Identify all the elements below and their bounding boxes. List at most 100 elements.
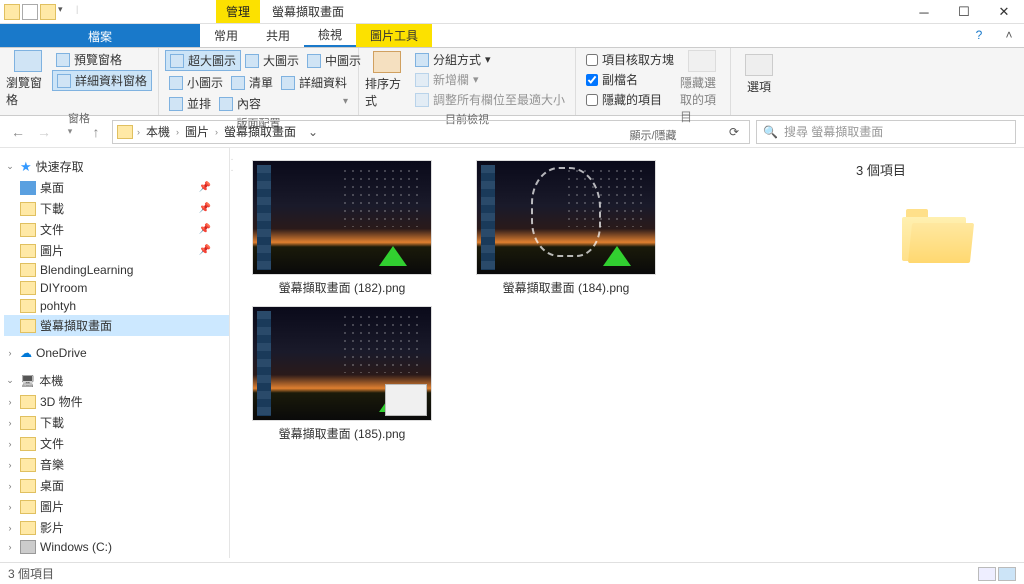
tree-item[interactable]: 桌面📌 <box>4 177 229 198</box>
breadcrumb-seg[interactable]: 本機 <box>144 123 172 140</box>
status-bar: 3 個項目 <box>0 562 1024 584</box>
file-item[interactable]: 螢幕擷取畫面 (184).png <box>466 160 666 296</box>
tree-item[interactable]: ›音樂 <box>4 454 229 475</box>
ribbon-tabs: 檔案 常用 共用 檢視 圖片工具 ? ˄ <box>0 24 1024 48</box>
back-button[interactable]: ← <box>8 122 28 142</box>
tree-item[interactable]: ›SegaExDr (E:) <box>4 556 229 558</box>
window-title: 螢幕擷取畫面 <box>272 3 344 20</box>
breadcrumb-seg[interactable]: 螢幕擷取畫面 <box>222 123 298 140</box>
tree-item[interactable]: ›文件 <box>4 433 229 454</box>
tree-item[interactable]: ›3D 物件 <box>4 391 229 412</box>
details-count: 3 個項目 <box>856 160 1012 179</box>
file-item[interactable]: 螢幕擷取畫面 (182).png <box>242 160 442 296</box>
tree-item[interactable]: 螢幕擷取畫面 <box>4 315 229 336</box>
group-show-hide: 項目核取方塊 副檔名 隱藏的項目 隱藏選取的項目 顯示/隱藏 <box>576 48 731 115</box>
address-row: ← → ▾ ↑ › 本機 › 圖片 › 螢幕擷取畫面 ⌄ ⟳ 🔍 搜尋 螢幕擷取… <box>0 116 1024 148</box>
file-list[interactable]: 螢幕擷取畫面 (182).png 螢幕擷取畫面 (184).png 螢幕擷取畫面 (… <box>234 148 844 558</box>
checkbox-icon[interactable] <box>22 4 38 20</box>
details-pane: 3 個項目 <box>844 148 1024 558</box>
tree-item[interactable]: 下載📌 <box>4 198 229 219</box>
options-button[interactable]: 選項 <box>737 50 781 99</box>
tree-item[interactable]: pohtyh <box>4 297 229 315</box>
chk-item-checkboxes[interactable]: 項目核取方塊 <box>582 50 678 69</box>
tree-item[interactable]: ›圖片 <box>4 496 229 517</box>
details-pane-button[interactable]: 詳細資料窗格 <box>52 70 152 91</box>
search-box[interactable]: 🔍 搜尋 螢幕擷取畫面 <box>756 120 1016 144</box>
layout-tiles[interactable]: 並排 <box>165 94 215 113</box>
maximize-button[interactable]: ☐ <box>944 0 984 24</box>
file-thumbnail <box>476 160 656 275</box>
search-icon: 🔍 <box>763 125 778 139</box>
add-columns-button[interactable]: 新增欄 ▾ <box>411 70 569 89</box>
folder-icon <box>4 4 20 20</box>
layout-medium[interactable]: 中圖示 <box>303 50 365 71</box>
sort-by-button[interactable]: 排序方式 <box>365 50 409 109</box>
recent-locations[interactable]: ▾ <box>60 122 80 142</box>
view-details-icon[interactable] <box>978 567 996 581</box>
hide-selected-button[interactable]: 隱藏選取的項目 <box>680 50 724 125</box>
up-button[interactable]: ↑ <box>86 122 106 142</box>
close-button[interactable]: ✕ <box>984 0 1024 24</box>
breadcrumb-seg[interactable]: 圖片 <box>183 123 211 140</box>
breadcrumb-chevron[interactable]: › <box>215 127 218 137</box>
layout-list[interactable]: 清單 <box>227 73 277 92</box>
tree-item[interactable]: 文件📌 <box>4 219 229 240</box>
quick-access-toolbar: ▾ | <box>0 4 96 20</box>
address-dropdown[interactable]: ⌄ <box>302 125 324 139</box>
status-text: 3 個項目 <box>8 565 54 582</box>
tab-picture-tools[interactable]: 圖片工具 <box>356 24 432 47</box>
group-layout: 超大圖示 大圖示 中圖示 小圖示 清單 詳細資料 並排 內容 ▾ 版面配置 <box>159 48 359 115</box>
group-current-view: 排序方式 分組方式 ▾ 新增欄 ▾ 調整所有欄位至最適大小 目前檢視 <box>359 48 576 115</box>
breadcrumb-chevron[interactable]: › <box>176 127 179 137</box>
file-name: 螢幕擷取畫面 (185).png <box>279 425 406 442</box>
qat-dropdown[interactable]: ▾ <box>58 4 74 20</box>
breadcrumb-chevron[interactable]: › <box>137 127 140 137</box>
view-thumbnails-icon[interactable] <box>998 567 1016 581</box>
file-thumbnail <box>252 160 432 275</box>
tree-onedrive[interactable]: ›☁OneDrive <box>4 344 229 362</box>
help-button[interactable]: ? <box>964 24 994 47</box>
file-name: 螢幕擷取畫面 (184).png <box>503 279 630 296</box>
file-thumbnail <box>252 306 432 421</box>
tree-item[interactable]: 圖片📌 <box>4 240 229 261</box>
tree-item[interactable]: ›影片 <box>4 517 229 538</box>
group-by-button[interactable]: 分組方式 ▾ <box>411 50 569 69</box>
forward-button[interactable]: → <box>34 122 54 142</box>
navigation-pane-button[interactable]: 瀏覽窗格 <box>6 50 50 108</box>
group-options: 選項 <box>731 48 787 115</box>
titlebar: ▾ | 管理 螢幕擷取畫面 ─ ☐ ✕ <box>0 0 1024 24</box>
chk-hidden-items[interactable]: 隱藏的項目 <box>582 90 678 109</box>
refresh-button[interactable]: ⟳ <box>723 125 745 139</box>
qat-item[interactable] <box>40 4 56 20</box>
layout-large[interactable]: 大圖示 <box>241 50 303 71</box>
tree-item[interactable]: ›下載 <box>4 412 229 433</box>
ribbon: 瀏覽窗格 預覽窗格 詳細資料窗格 窗格 超大圖示 大圖示 中圖示 小圖示 清單 … <box>0 48 1024 116</box>
file-name: 螢幕擷取畫面 (182).png <box>279 279 406 296</box>
tab-home[interactable]: 常用 <box>200 24 252 47</box>
layout-details[interactable]: 詳細資料 <box>277 73 351 92</box>
layout-small[interactable]: 小圖示 <box>165 73 227 92</box>
chk-extensions[interactable]: 副檔名 <box>582 70 678 89</box>
file-item[interactable]: 螢幕擷取畫面 (185).png <box>242 306 442 442</box>
tab-file[interactable]: 檔案 <box>0 24 200 47</box>
minimize-button[interactable]: ─ <box>904 0 944 24</box>
tree-item[interactable]: ›Windows (C:) <box>4 538 229 556</box>
collapse-ribbon-button[interactable]: ˄ <box>994 24 1024 47</box>
tree-item[interactable]: DIYroom <box>4 279 229 297</box>
contextual-tab-header: 管理 <box>216 0 260 23</box>
group-panes: 瀏覽窗格 預覽窗格 詳細資料窗格 窗格 <box>0 48 159 115</box>
tree-quick-access[interactable]: ⌄★快速存取 <box>4 156 229 177</box>
size-columns-button[interactable]: 調整所有欄位至最適大小 <box>411 90 569 109</box>
tree-item[interactable]: BlendingLearning <box>4 261 229 279</box>
layout-more[interactable]: ▾ <box>339 94 352 113</box>
tree-item[interactable]: ›桌面 <box>4 475 229 496</box>
layout-content[interactable]: 內容 <box>215 94 265 113</box>
tab-share[interactable]: 共用 <box>252 24 304 47</box>
preview-pane-button[interactable]: 預覽窗格 <box>52 50 152 69</box>
tab-view[interactable]: 檢視 <box>304 24 356 47</box>
folder-icon <box>117 125 133 139</box>
navigation-tree[interactable]: ⌄★快速存取 桌面📌下載📌文件📌圖片📌BlendingLearningDIYro… <box>0 148 230 558</box>
tree-this-pc[interactable]: ⌄🖥本機 <box>4 370 229 391</box>
layout-extra-large[interactable]: 超大圖示 <box>165 50 241 71</box>
address-bar[interactable]: › 本機 › 圖片 › 螢幕擷取畫面 ⌄ ⟳ <box>112 120 750 144</box>
